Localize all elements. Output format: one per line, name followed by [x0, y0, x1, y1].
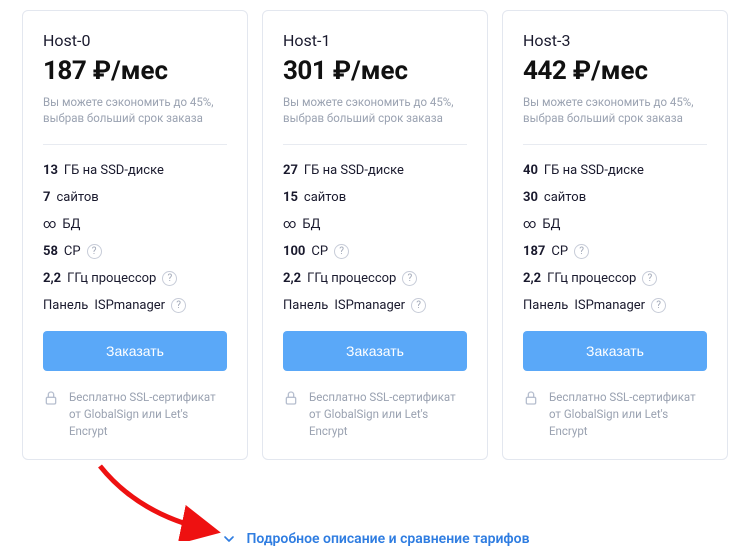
plan-name: Host-3: [523, 31, 707, 50]
plan-card-host-1: Host-1 301 ₽/мес Вы можете сэкономить до…: [262, 10, 488, 460]
help-icon[interactable]: ?: [87, 244, 102, 259]
spec-cp: 100 CP ?: [283, 244, 467, 259]
help-icon[interactable]: ?: [402, 271, 417, 286]
spec-cpu: 2,2 ГГц процессор ?: [523, 271, 707, 286]
help-icon[interactable]: ?: [411, 298, 426, 313]
savings-note: Вы можете сэкономить до 45%, выбрав боль…: [43, 94, 227, 126]
plan-card-host-0: Host-0 187 ₽/мес Вы можете сэкономить до…: [22, 10, 248, 460]
lock-icon: [523, 390, 539, 406]
order-button[interactable]: Заказать: [283, 331, 467, 371]
help-icon[interactable]: ?: [651, 298, 666, 313]
spec-db: ∞ БД: [523, 217, 707, 232]
spec-db: ∞ БД: [43, 217, 227, 232]
help-icon[interactable]: ?: [334, 244, 349, 259]
spec-cp: 58 CP ?: [43, 244, 227, 259]
compare-link-text: Подробное описание и сравнение тарифов: [247, 531, 530, 547]
annotation-arrow-icon: [95, 461, 225, 541]
spec-db: ∞ БД: [283, 217, 467, 232]
divider: [283, 144, 467, 145]
spec-panel: Панель ISPmanager ?: [283, 298, 467, 313]
spec-sites: 15 сайтов: [283, 190, 467, 205]
help-icon[interactable]: ?: [171, 298, 186, 313]
spec-cpu: 2,2 ГГц процессор ?: [283, 271, 467, 286]
spec-ssd: 13 ГБ на SSD-диске: [43, 163, 227, 178]
lock-icon: [283, 390, 299, 406]
help-icon[interactable]: ?: [574, 244, 589, 259]
plan-name: Host-0: [43, 31, 227, 50]
spec-cpu: 2,2 ГГц процессор ?: [43, 271, 227, 286]
help-icon[interactable]: ?: [642, 271, 657, 286]
chevron-down-icon: [221, 531, 237, 547]
plan-card-host-3: Host-3 442 ₽/мес Вы можете сэкономить до…: [502, 10, 728, 460]
plan-price: 442 ₽/мес: [523, 56, 707, 86]
savings-note: Вы можете сэкономить до 45%, выбрав боль…: [523, 94, 707, 126]
lock-icon: [43, 390, 59, 406]
divider: [523, 144, 707, 145]
plan-name: Host-1: [283, 31, 467, 50]
spec-sites: 30 сайтов: [523, 190, 707, 205]
spec-panel: Панель ISPmanager ?: [523, 298, 707, 313]
spec-ssd: 40 ГБ на SSD-диске: [523, 163, 707, 178]
spec-cp: 187 CP ?: [523, 244, 707, 259]
spec-panel: Панель ISPmanager ?: [43, 298, 227, 313]
ssl-note: Бесплатно SSL-сертификат от GlobalSign и…: [283, 389, 467, 439]
pricing-cards-row: Host-0 187 ₽/мес Вы можете сэкономить до…: [0, 0, 750, 460]
divider: [43, 144, 227, 145]
spec-ssd: 27 ГБ на SSD-диске: [283, 163, 467, 178]
help-icon[interactable]: ?: [162, 271, 177, 286]
ssl-note: Бесплатно SSL-сертификат от GlobalSign и…: [523, 389, 707, 439]
plan-price: 187 ₽/мес: [43, 56, 227, 86]
savings-note: Вы можете сэкономить до 45%, выбрав боль…: [283, 94, 467, 126]
order-button[interactable]: Заказать: [43, 331, 227, 371]
compare-toggle[interactable]: Подробное описание и сравнение тарифов: [0, 531, 750, 547]
order-button[interactable]: Заказать: [523, 331, 707, 371]
spec-sites: 7 сайтов: [43, 190, 227, 205]
plan-price: 301 ₽/мес: [283, 56, 467, 86]
ssl-note: Бесплатно SSL-сертификат от GlobalSign и…: [43, 389, 227, 439]
